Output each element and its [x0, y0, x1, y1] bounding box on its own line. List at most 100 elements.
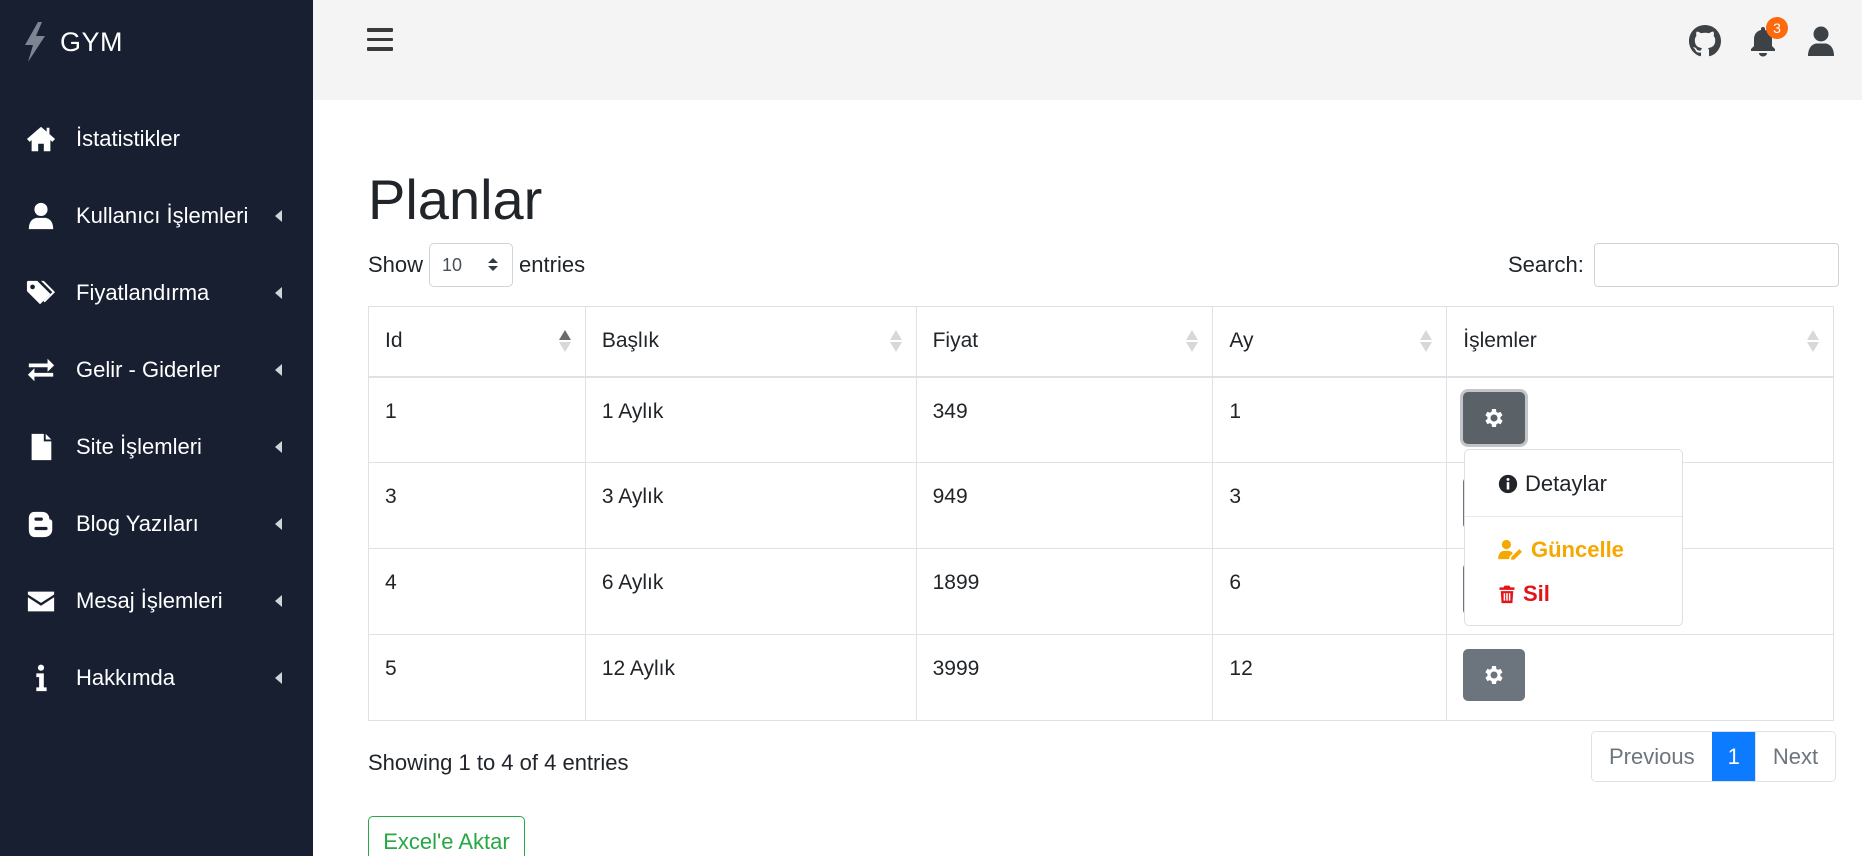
column-header-islemler[interactable]: İşlemler	[1446, 306, 1834, 378]
search-label: Search:	[1508, 252, 1584, 277]
sidebar-item-hakkimda[interactable]: Hakkımda	[0, 639, 313, 716]
dropdown-details-label: Detaylar	[1525, 471, 1607, 496]
cell-id: 5	[368, 634, 586, 721]
dropdown-delete-label: Sil	[1523, 581, 1550, 606]
table-header-row: Id Başlık Fiyat Ay İşlemler	[368, 306, 1834, 378]
caret-left-icon	[275, 286, 282, 299]
actions-gear-button[interactable]	[1463, 649, 1526, 701]
sidebar-item-label: Blog Yazıları	[76, 510, 199, 536]
topbar: 3	[313, 0, 1862, 100]
tags-icon	[26, 278, 56, 308]
cell-id: 3	[368, 462, 586, 549]
sidebar-nav: İstatistikler Kullanıcı İşlemleri Fiyatl…	[0, 100, 313, 716]
home-icon	[26, 124, 56, 154]
caret-left-icon	[275, 517, 282, 530]
select-arrows-icon	[488, 258, 499, 271]
sidebar-item-label: Mesaj İşlemleri	[76, 587, 223, 613]
brand-name: GYM	[60, 26, 124, 57]
sidebar-item-fiyatlandirma[interactable]: Fiyatlandırma	[0, 254, 313, 331]
info-icon	[26, 663, 56, 693]
sort-icon	[889, 330, 902, 352]
cell-price: 949	[915, 462, 1214, 549]
exchange-icon	[26, 355, 56, 385]
caret-left-icon	[275, 363, 282, 376]
entries-label: entries	[519, 252, 586, 277]
blogger-icon	[26, 509, 56, 539]
file-icon	[26, 432, 56, 462]
sidebar-item-label: Hakkımda	[76, 664, 176, 690]
cell-id: 1	[368, 376, 586, 463]
dropdown-divider	[1465, 516, 1682, 517]
search-input[interactable]	[1593, 243, 1839, 287]
caret-left-icon	[275, 209, 282, 222]
sort-icon	[1186, 330, 1199, 352]
sidebar-item-label: İstatistikler	[76, 125, 180, 151]
sidebar-item-mesaj-islemleri[interactable]: Mesaj İşlemleri	[0, 562, 313, 639]
show-label: Show	[368, 252, 424, 277]
column-header-baslik[interactable]: Başlık	[584, 306, 917, 378]
cell-months: 12	[1212, 634, 1448, 721]
table-info: Showing 1 to 4 of 4 entries	[368, 750, 629, 775]
column-header-ay[interactable]: Ay	[1212, 306, 1448, 378]
cell-title: 12 Aylık	[584, 634, 917, 721]
dropdown-update-label: Güncelle	[1531, 537, 1624, 562]
table-row: 5 12 Aylık 3999 12	[368, 634, 1834, 721]
sidebar-item-gelir-giderler[interactable]: Gelir - Giderler	[0, 331, 313, 408]
sidebar-item-blog-yazilari[interactable]: Blog Yazıları	[0, 485, 313, 562]
entries-length-value: 10	[442, 254, 463, 275]
cell-price: 349	[915, 376, 1214, 463]
cell-id: 4	[368, 548, 586, 635]
sort-icon	[1807, 330, 1819, 352]
pagination-next[interactable]: Next	[1754, 732, 1836, 781]
cell-title: 1 Aylık	[584, 376, 917, 463]
sidebar: GYM İstatistikler Kullanıcı İşlemleri Fi…	[0, 0, 313, 856]
cell-title: 6 Aylık	[584, 548, 917, 635]
cell-price: 1899	[915, 548, 1214, 635]
info-circle-icon	[1498, 474, 1518, 494]
envelope-icon	[26, 586, 56, 616]
column-header-id[interactable]: Id	[368, 306, 586, 378]
user-account-icon[interactable]	[1805, 25, 1837, 57]
sidebar-item-label: Gelir - Giderler	[76, 356, 221, 382]
page-title: Planlar	[368, 168, 543, 231]
dropdown-item-update[interactable]: Güncelle	[1497, 535, 1624, 565]
cell-actions	[1446, 634, 1834, 721]
sort-asc-icon	[558, 330, 571, 352]
bell-icon[interactable]: 3	[1747, 17, 1788, 57]
sidebar-item-kullanici-islemleri[interactable]: Kullanıcı İşlemleri	[0, 177, 313, 254]
caret-left-icon	[275, 671, 282, 684]
cell-title: 3 Aylık	[584, 462, 917, 549]
user-edit-icon	[1498, 539, 1522, 560]
pagination: Previous 1 Next	[1591, 731, 1837, 782]
github-icon[interactable]	[1689, 25, 1721, 57]
sidebar-item-label: Fiyatlandırma	[76, 279, 210, 305]
entries-length-select[interactable]: 10	[429, 243, 514, 287]
trash-icon	[1499, 585, 1515, 604]
column-header-fiyat[interactable]: Fiyat	[915, 306, 1214, 378]
cell-months: 1	[1212, 376, 1448, 463]
hamburger-menu-icon[interactable]	[367, 28, 393, 54]
gear-icon	[1485, 408, 1503, 427]
gear-icon	[1485, 666, 1503, 684]
brand[interactable]: GYM	[22, 22, 123, 62]
pagination-page-1[interactable]: 1	[1711, 732, 1755, 781]
search-control: Search:	[1508, 243, 1839, 287]
bolt-icon	[25, 22, 45, 62]
caret-left-icon	[275, 594, 282, 607]
entries-length-control: Show 10 entries	[368, 243, 585, 287]
sort-icon	[1420, 330, 1433, 352]
sidebar-item-label: Site İşlemleri	[76, 433, 202, 459]
dropdown-item-details[interactable]: Detaylar	[1497, 469, 1607, 499]
sidebar-item-label: Kullanıcı İşlemleri	[76, 202, 249, 228]
notification-badge: 3	[1766, 17, 1788, 39]
sidebar-item-istatistikler[interactable]: İstatistikler	[0, 100, 313, 177]
user-icon	[26, 201, 56, 231]
actions-dropdown-menu: Detaylar Güncelle Sil	[1464, 449, 1683, 626]
cell-months: 3	[1212, 462, 1448, 549]
export-excel-button[interactable]: Excel'e Aktar	[368, 816, 525, 856]
sidebar-item-site-islemleri[interactable]: Site İşlemleri	[0, 408, 313, 485]
cell-months: 6	[1212, 548, 1448, 635]
dropdown-item-delete[interactable]: Sil	[1497, 579, 1550, 609]
pagination-previous[interactable]: Previous	[1592, 732, 1712, 781]
actions-gear-button[interactable]	[1463, 391, 1526, 444]
